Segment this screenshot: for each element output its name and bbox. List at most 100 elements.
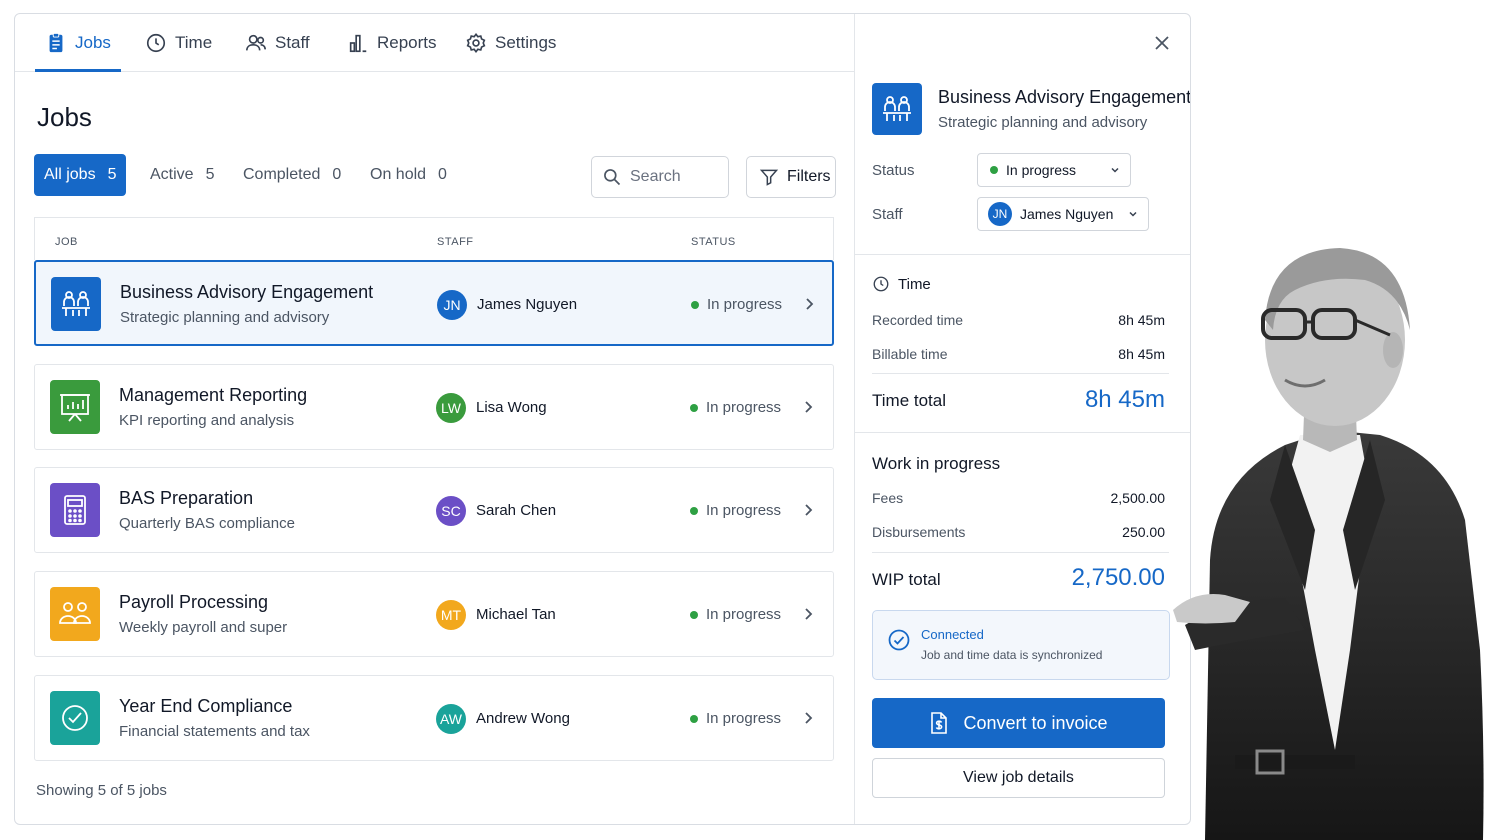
people-meeting-icon <box>51 277 101 331</box>
status-text: In progress <box>706 710 782 727</box>
calculator-icon <box>50 483 100 537</box>
users-icon <box>246 34 266 51</box>
table-row[interactable]: Payroll Processing Weekly payroll and su… <box>34 571 834 657</box>
tab-on-hold[interactable]: On hold 0 <box>360 154 457 196</box>
staff-name: Michael Tan <box>476 606 556 623</box>
job-title: Year End Compliance <box>119 696 293 716</box>
job-title: Payroll Processing <box>119 592 269 612</box>
status-text: In progress <box>706 502 782 519</box>
top-nav: Jobs Time Staff Reports Settings <box>15 14 854 72</box>
close-icon[interactable] <box>1153 34 1171 52</box>
status-dot <box>990 166 998 174</box>
group-icon <box>50 587 100 641</box>
status-text: In progress <box>706 606 782 623</box>
avatar: JN <box>988 202 1012 226</box>
chevron-down-icon <box>1111 167 1119 173</box>
connection-title: Connected <box>921 627 984 642</box>
divider <box>855 254 1190 255</box>
status-dot <box>691 301 699 309</box>
staff-name: Sarah Chen <box>476 502 557 519</box>
disbursements-label: Disbursements <box>872 524 966 540</box>
connection-status: Connected Job and time data is synchroni… <box>872 610 1170 680</box>
nav-label: Jobs <box>75 33 111 52</box>
convert-to-invoice-button[interactable]: Convert to invoice <box>872 698 1165 748</box>
nav-item-reports[interactable]: Reports <box>347 14 437 72</box>
tab-label: Active <box>150 166 194 183</box>
fees-value: 2,500.00 <box>1110 490 1166 506</box>
table-row[interactable]: Business Advisory Engagement Strategic p… <box>34 260 834 346</box>
billable-time-value: 8h 45m <box>1118 346 1165 362</box>
nav-label: Staff <box>275 33 310 52</box>
table-row[interactable]: Management Reporting KPI reporting and a… <box>34 364 834 450</box>
job-subtitle: KPI reporting and analysis <box>119 412 295 429</box>
staff-value: James Nguyen <box>1020 206 1114 222</box>
search-icon <box>604 169 621 186</box>
chevron-right-icon[interactable] <box>803 501 815 519</box>
wip-total-label: WIP total <box>872 570 941 589</box>
tab-count: 5 <box>107 166 117 183</box>
nav-label: Settings <box>495 33 557 52</box>
filters-button[interactable]: Filters <box>746 156 836 198</box>
tab-count: 5 <box>205 166 215 183</box>
column-header-status: STATUS <box>691 236 736 248</box>
time-total-label: Time total <box>872 391 947 410</box>
table-row[interactable]: BAS Preparation Quarterly BAS compliance… <box>34 467 834 553</box>
tab-all-jobs[interactable]: All jobs 5 <box>34 154 127 196</box>
job-title: Business Advisory Engagement <box>120 282 374 302</box>
tab-label: Completed <box>243 166 321 183</box>
nav-item-staff[interactable]: Staff <box>245 14 310 72</box>
status-dot <box>690 611 698 619</box>
filters-label: Filters <box>787 168 831 185</box>
job-subtitle: Financial statements and tax <box>119 723 310 740</box>
chevron-right-icon[interactable] <box>804 295 816 313</box>
tab-count: 0 <box>332 166 342 183</box>
nav-item-settings[interactable]: Settings <box>465 14 556 72</box>
chevron-right-icon[interactable] <box>803 605 815 623</box>
bar-chart-icon <box>349 34 367 53</box>
recorded-time-value: 8h 45m <box>1118 312 1165 328</box>
status-dot <box>690 715 698 723</box>
clock-icon <box>146 33 166 53</box>
tab-active[interactable]: Active 5 <box>140 154 224 196</box>
recorded-time-label: Recorded time <box>872 312 964 328</box>
status-dot <box>690 507 698 515</box>
presenter-photo <box>1173 248 1484 840</box>
tab-count: 0 <box>438 166 447 183</box>
nav-label: Time <box>175 33 213 52</box>
avatar: AW <box>436 704 466 734</box>
app-window: Jobs Time Staff Reports Settings Jobs Al… <box>14 13 1191 825</box>
staff-select[interactable]: JN James Nguyen <box>977 197 1149 231</box>
detail-subtitle: Strategic planning and advisory <box>938 114 1148 131</box>
job-subtitle: Weekly payroll and super <box>119 619 288 636</box>
divider <box>872 552 1169 553</box>
disbursements-value: 250.00 <box>1122 524 1165 540</box>
nav-item-jobs[interactable]: Jobs <box>35 14 121 72</box>
clock-icon <box>873 276 889 292</box>
job-title: BAS Preparation <box>119 488 254 508</box>
status-text: In progress <box>706 399 782 416</box>
staff-name: Lisa Wong <box>476 399 547 416</box>
search-input[interactable]: Search <box>591 156 729 198</box>
table-row[interactable]: Year End Compliance Financial statements… <box>34 675 834 761</box>
avatar: LW <box>436 393 466 423</box>
status-value: In progress <box>1006 162 1077 178</box>
chevron-right-icon[interactable] <box>803 398 815 416</box>
staff-label: Staff <box>872 206 903 223</box>
chevron-right-icon[interactable] <box>803 709 815 727</box>
job-title: Management Reporting <box>119 385 308 405</box>
tab-label: All jobs <box>44 166 96 183</box>
status-dot <box>690 404 698 412</box>
people-meeting-icon <box>872 83 922 135</box>
nav-item-time[interactable]: Time <box>145 14 212 72</box>
search-placeholder: Search <box>630 168 681 185</box>
view-job-details-button[interactable]: View job details <box>872 758 1165 798</box>
status-select[interactable]: In progress <box>977 153 1131 187</box>
time-total-value: 8h 45m <box>1084 386 1165 413</box>
tab-completed[interactable]: Completed 0 <box>233 154 351 196</box>
time-heading: Time <box>898 276 931 293</box>
gear-icon <box>466 32 486 54</box>
showing-count: Showing 5 of 5 jobs <box>36 782 167 799</box>
status-label: Status <box>872 162 915 179</box>
clipboard-icon <box>49 32 63 53</box>
convert-label: Convert to invoice <box>963 712 1108 733</box>
